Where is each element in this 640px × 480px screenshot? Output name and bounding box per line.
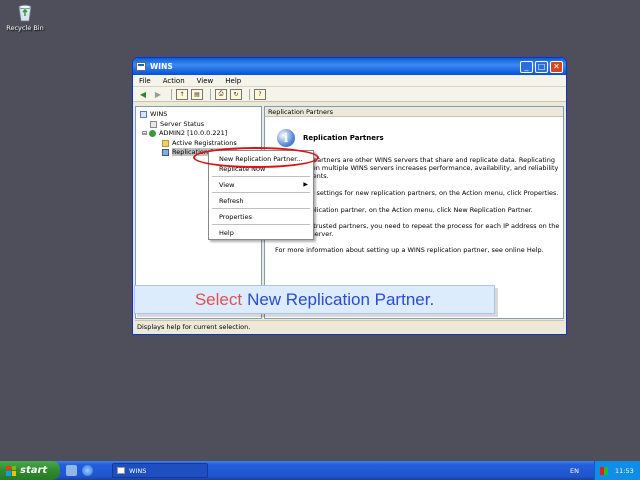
back-arrow-icon[interactable]: ◀ [137, 89, 149, 100]
wins-task-icon [117, 467, 125, 474]
tree-node-active-registrations[interactable]: Active Registrations [162, 139, 237, 147]
show-desktop-icon[interactable] [66, 465, 77, 476]
up-folder-icon[interactable]: ↑ [176, 88, 188, 100]
menu-item-view[interactable]: View [219, 181, 234, 189]
taskbar: start WINS EN 11:53 [0, 461, 640, 480]
recycle-bin-desktop-icon[interactable]: Recycle Bin [4, 2, 46, 32]
detail-line: To configure settings for new replicatio… [275, 189, 559, 197]
toolbar-separator [249, 88, 250, 100]
detail-line: If you have trusted partners, you need t… [275, 222, 560, 230]
detail-title: Replication Partners [303, 134, 384, 142]
menu-action[interactable]: Action [163, 77, 185, 85]
close-button[interactable]: ✕ [550, 60, 563, 73]
recycle-bin-label: Recycle Bin [6, 24, 44, 32]
refresh-icon[interactable]: ↻ [230, 88, 242, 100]
forward-arrow-icon[interactable]: ▶ [152, 89, 164, 100]
menu-separator [212, 224, 310, 225]
menu-file[interactable]: File [139, 77, 151, 85]
window-title: WINS [150, 62, 173, 71]
menu-separator [212, 208, 310, 209]
collapse-icon[interactable]: ⊟ [142, 130, 147, 137]
detail-line: To add a replication partner, on the Act… [275, 206, 533, 214]
start-label: start [20, 465, 48, 476]
internet-explorer-icon[interactable] [82, 465, 93, 476]
detail-line: replication server. [275, 230, 334, 238]
menu-separator [212, 192, 310, 193]
info-icon: i [277, 129, 295, 147]
menu-item-properties[interactable]: Properties [219, 213, 252, 221]
menu-help[interactable]: Help [225, 77, 241, 85]
export-list-icon[interactable]: ⎙ [215, 88, 227, 100]
taskbar-button-label: WINS [129, 466, 147, 475]
tree-node-server-label: ADMIN2 [10.0.0.221] [159, 129, 228, 137]
caption-target: New Replication Partner. [247, 289, 435, 309]
tree-node-wins[interactable]: WINS [140, 110, 167, 118]
server-icon [149, 129, 157, 137]
help-icon[interactable]: ? [254, 88, 266, 100]
menu-item-help[interactable]: Help [219, 229, 234, 237]
show-hide-tree-icon[interactable]: ▤ [191, 88, 203, 100]
tutorial-caption: Select New Replication Partner. [134, 285, 495, 314]
clock[interactable]: 11:53 [615, 467, 634, 475]
tree-node-active-registrations-label: Active Registrations [172, 139, 237, 147]
folder-icon [162, 139, 169, 147]
menu-item-refresh[interactable]: Refresh [219, 197, 244, 205]
menu-view[interactable]: View [197, 77, 214, 85]
toolbar-separator [210, 88, 211, 100]
menu-bar: File Action View Help [133, 75, 566, 87]
system-tray: 11:53 [594, 461, 640, 480]
minimize-button[interactable]: _ [520, 60, 533, 73]
recycle-bin-icon [15, 2, 35, 22]
detail-line: data between multiple WINS servers incre… [275, 164, 559, 172]
quick-launch [66, 465, 98, 476]
detail-line: For more information about setting up a … [275, 246, 544, 254]
network-tray-icon[interactable] [600, 466, 608, 475]
wins-node-icon [140, 110, 147, 118]
start-button[interactable]: start [0, 461, 60, 480]
replication-icon [162, 148, 169, 156]
language-indicator[interactable]: EN [570, 467, 579, 475]
server-status-icon [150, 120, 157, 128]
windows-flag-icon [6, 465, 16, 476]
tree-node-server-status[interactable]: Server Status [150, 120, 204, 128]
highlight-ring [193, 147, 319, 168]
window-titlebar[interactable]: WINS _ □ ✕ [133, 58, 566, 75]
detail-line: for WINS clients. [275, 172, 329, 180]
submenu-arrow-icon: ▶ [303, 181, 308, 188]
status-bar: Displays help for current selection. [135, 320, 564, 332]
taskbar-button-wins[interactable]: WINS [112, 463, 208, 478]
wins-app-icon [136, 62, 146, 71]
toolbar: ◀ ▶ ↑ ▤ ⎙ ↻ ? [133, 87, 566, 102]
toolbar-separator [171, 88, 172, 100]
caption-verb: Select [194, 289, 243, 309]
menu-separator [212, 176, 310, 177]
tree-node-server[interactable]: ⊟ ADMIN2 [10.0.0.221] [142, 129, 227, 137]
tree-node-server-status-label: Server Status [160, 120, 205, 128]
tree-node-wins-label: WINS [150, 110, 168, 118]
detail-header: Replication Partners [265, 107, 563, 117]
maximize-button[interactable]: □ [535, 60, 548, 73]
